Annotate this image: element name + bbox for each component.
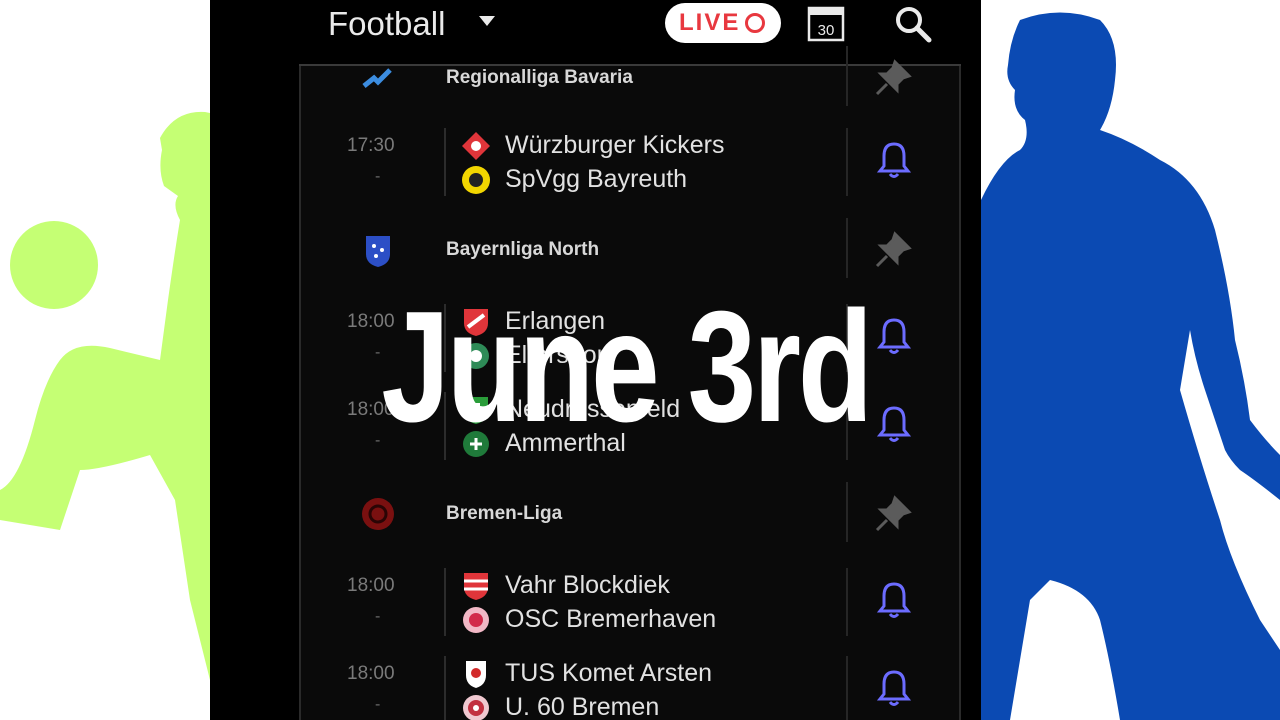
bell-icon[interactable] [877,668,911,708]
divider [846,656,848,720]
live-label: LIVE [679,9,741,36]
match-time: 17:30 [347,135,395,156]
wuerzburger-kickers-badge-icon [462,132,490,160]
divider [846,128,848,196]
home-team: Würzburger Kickers [505,131,725,159]
away-team: U. 60 Bremen [505,693,660,720]
home-team: TUS Komet Arsten [505,659,713,687]
league-header-bayernliga[interactable]: Bayernliga North [301,218,959,278]
match-time: 18:00 [347,663,395,684]
search-icon[interactable] [893,4,933,44]
overlay-date-title: June 3rd [381,279,873,455]
sport-selector-label[interactable]: Football [328,4,445,44]
divider [846,218,848,278]
match-row[interactable]: 17:30 - Würzburger Kickers SpVgg Bayreut… [301,124,959,204]
top-bar: Football LIVE 30 [210,0,981,50]
away-team: OSC Bremerhaven [505,605,717,633]
calendar-day-text: 30 [818,22,835,39]
pin-icon[interactable] [873,494,913,534]
divider [846,482,848,542]
league-header-bremen-liga[interactable]: Bremen-Liga [301,482,959,542]
chevron-down-icon[interactable] [478,14,496,28]
league-name: Bremen-Liga [446,503,563,524]
divider [444,568,446,636]
live-dot-icon [745,13,765,33]
league-header-regionalliga[interactable]: Regionalliga Bavaria [301,46,959,106]
pin-icon[interactable] [873,58,913,98]
regionalliga-logo-icon [362,68,392,88]
league-name: Regionalliga Bavaria [446,67,633,88]
match-score-placeholder: - [375,608,381,625]
away-team: SpVgg Bayreuth [505,165,688,193]
divider [444,128,446,196]
spvgg-bayreuth-badge-icon [462,166,490,194]
u60-bremen-badge-icon [463,695,489,720]
vahr-blockdiek-badge-icon [464,573,488,600]
tus-komet-arsten-badge-icon [466,661,486,688]
match-row[interactable]: 18:00 - Vahr Blockdiek OSC Bremerhaven [301,564,959,644]
divider [444,656,446,720]
match-row[interactable]: 18:00 - TUS Komet Arsten U. 60 Bremen [301,652,959,720]
divider [846,46,848,106]
bremen-liga-logo-icon [362,498,394,530]
bayernliga-logo-icon [366,236,390,267]
bell-icon[interactable] [877,140,911,180]
osc-bremerhaven-badge-icon [463,607,489,633]
match-score-placeholder: - [375,696,381,713]
match-score-placeholder: - [375,168,381,185]
calendar-icon[interactable]: 30 [807,4,845,42]
bell-icon[interactable] [877,580,911,620]
match-time: 18:00 [347,575,395,596]
live-button[interactable]: LIVE [665,3,781,43]
divider [846,568,848,636]
home-team: Vahr Blockdiek [505,571,670,599]
league-name: Bayernliga North [446,239,600,260]
pin-icon[interactable] [873,230,913,270]
